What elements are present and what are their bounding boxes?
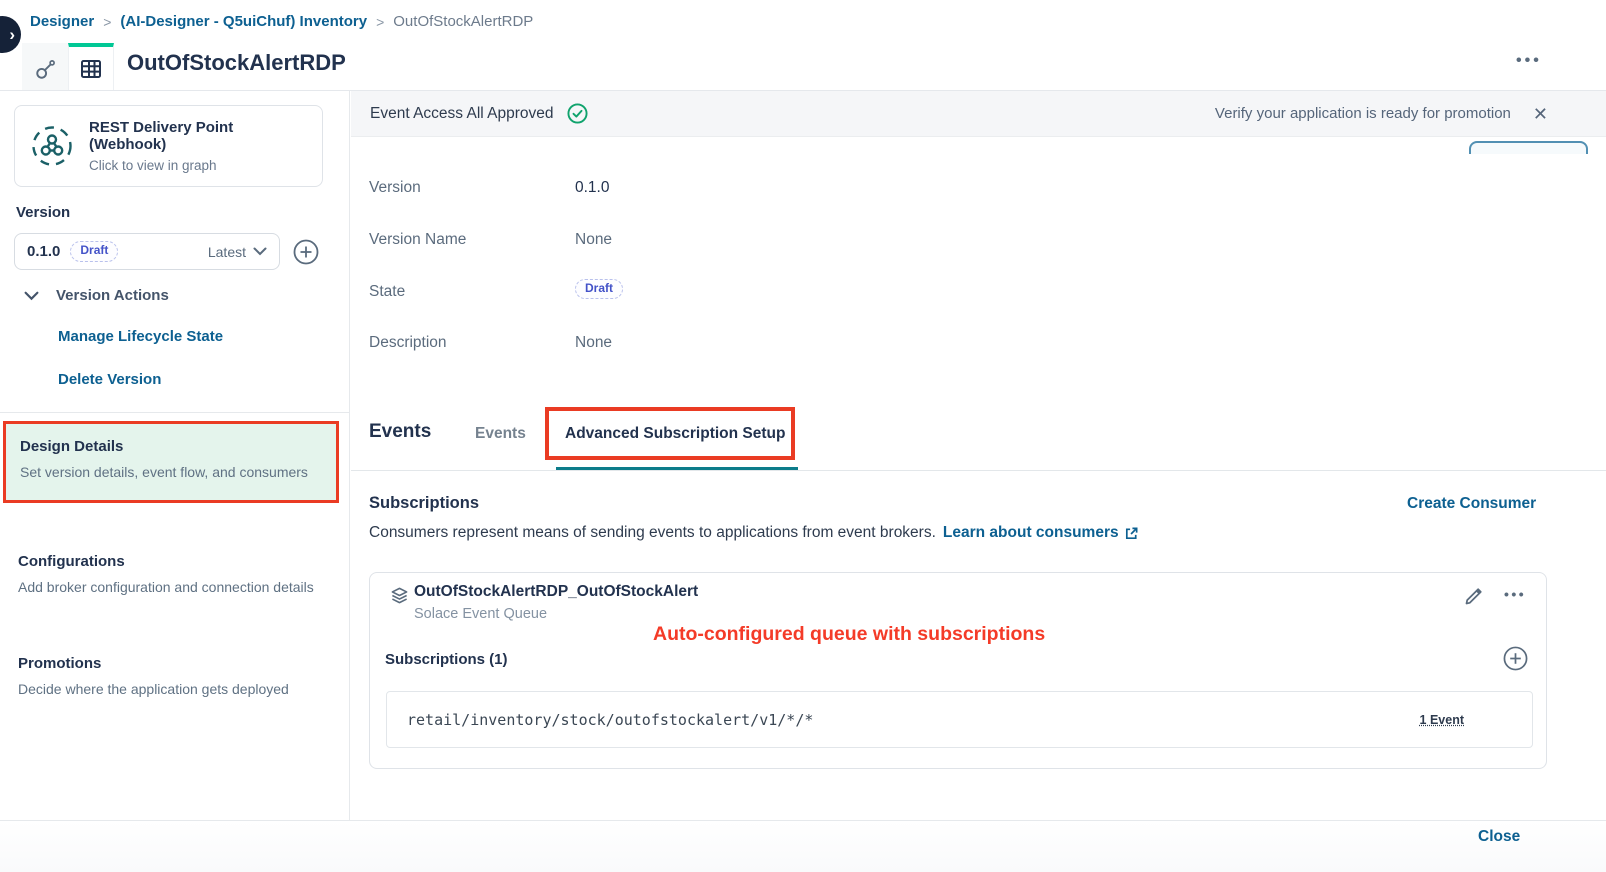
- tab-advanced-subscription-setup[interactable]: Advanced Subscription Setup: [565, 425, 785, 443]
- sidebar: REST Delivery Point (Webhook) Click to v…: [0, 91, 350, 820]
- tab-events[interactable]: Events: [475, 425, 526, 443]
- subscription-topic-row: retail/inventory/stock/outofstockalert/v…: [386, 691, 1533, 748]
- learn-link-label: Learn about consumers: [943, 524, 1119, 542]
- field-value-version-name: None: [575, 231, 612, 249]
- sidebar-item-design-details[interactable]: Design Details Set version details, even…: [3, 421, 339, 503]
- pencil-icon: [1463, 586, 1484, 607]
- breadcrumb-separator-icon: >: [103, 14, 111, 30]
- rdp-webhook-icon: [30, 124, 74, 168]
- subscriptions-description: Consumers represent means of sending eve…: [369, 524, 1139, 542]
- version-section-label: Version: [16, 204, 70, 221]
- field-value-version: 0.1.0: [575, 179, 609, 197]
- version-actions-label: Version Actions: [56, 287, 169, 304]
- close-icon[interactable]: ✕: [1533, 105, 1548, 123]
- version-state-badge: Draft: [70, 241, 118, 261]
- check-circle-icon: [567, 103, 588, 124]
- header-more-icon[interactable]: •••: [1516, 52, 1542, 70]
- breadcrumb-separator-icon: >: [376, 14, 384, 30]
- plus-circle-icon: [1503, 646, 1528, 671]
- edit-consumer-button[interactable]: [1463, 586, 1484, 607]
- field-label-version: Version: [369, 179, 421, 197]
- graph-view-icon: [34, 58, 57, 81]
- external-link-icon: [1124, 526, 1139, 541]
- sidebar-divider: [0, 412, 349, 413]
- sidebar-item-subtitle: Set version details, event flow, and con…: [20, 462, 312, 484]
- consumer-type: Solace Event Queue: [414, 606, 547, 622]
- event-access-banner: Event Access All Approved Verify your ap…: [351, 91, 1606, 137]
- sidebar-item-title: Design Details: [20, 438, 322, 455]
- page-title: OutOfStockAlertRDP: [127, 50, 346, 76]
- plus-circle-icon: [293, 239, 319, 265]
- field-label-version-name: Version Name: [369, 231, 466, 249]
- field-label-state: State: [369, 283, 405, 301]
- sidebar-item-title: Configurations: [18, 553, 326, 570]
- designer-application-page: › Designer > (AI-Designer - Q5uiChuf) In…: [0, 0, 1606, 872]
- sidebar-item-promotions[interactable]: Promotions Decide where the application …: [18, 655, 330, 701]
- delete-version-link[interactable]: Delete Version: [58, 371, 161, 388]
- graph-view-tab[interactable]: [22, 43, 68, 91]
- breadcrumb-current: OutOfStockAlertRDP: [393, 13, 533, 30]
- field-label-description: Description: [369, 334, 447, 352]
- subscriptions-description-text: Consumers represent means of sending eve…: [369, 524, 936, 542]
- consumer-name: OutOfStockAlertRDP_OutOfStockAlert: [414, 583, 698, 601]
- application-type-card[interactable]: REST Delivery Point (Webhook) Click to v…: [14, 105, 323, 187]
- queue-layers-icon: [390, 586, 409, 605]
- event-count-link[interactable]: 1 Event: [1420, 713, 1464, 727]
- sidebar-item-configurations[interactable]: Configurations Add broker configuration …: [18, 553, 326, 599]
- breadcrumb-designer[interactable]: Designer: [30, 13, 94, 30]
- promotion-check-button-partial[interactable]: [1469, 141, 1588, 154]
- latest-label: Latest: [208, 244, 246, 260]
- sidebar-item-subtitle: Decide where the application gets deploy…: [18, 679, 328, 701]
- create-consumer-button[interactable]: Create Consumer: [1407, 495, 1536, 513]
- breadcrumb: Designer > (AI-Designer - Q5uiChuf) Inve…: [30, 13, 533, 30]
- table-view-tab[interactable]: [68, 43, 114, 91]
- subscriptions-heading: Subscriptions: [369, 494, 479, 513]
- application-type-subtitle: Click to view in graph: [89, 158, 307, 173]
- sidebar-item-subtitle: Add broker configuration and connection …: [18, 577, 318, 599]
- event-access-status: Event Access All Approved: [370, 105, 554, 123]
- footer: [0, 821, 1606, 872]
- add-subscription-button[interactable]: [1503, 646, 1528, 671]
- view-toggle-tabs: [22, 43, 114, 91]
- version-number: 0.1.0: [27, 243, 60, 260]
- collapse-panel-button[interactable]: ›: [0, 16, 21, 53]
- application-type-title: REST Delivery Point (Webhook): [89, 119, 307, 153]
- events-section-heading: Events: [369, 421, 431, 443]
- table-view-icon: [79, 57, 103, 81]
- field-value-description: None: [575, 334, 612, 352]
- chevron-down-icon: [24, 291, 39, 301]
- promotion-verify-text: Verify your application is ready for pro…: [1215, 105, 1511, 122]
- consumer-more-icon[interactable]: •••: [1504, 586, 1526, 602]
- add-version-button[interactable]: [293, 239, 319, 265]
- manage-lifecycle-state-link[interactable]: Manage Lifecycle State: [58, 328, 223, 345]
- chevron-right-icon: ›: [9, 25, 15, 45]
- tabs-divider: [351, 470, 1606, 471]
- red-annotation-text: Auto-configured queue with subscriptions: [653, 623, 1045, 646]
- version-actions-toggle[interactable]: Version Actions: [24, 287, 169, 304]
- breadcrumb-inventory[interactable]: (AI-Designer - Q5uiChuf) Inventory: [120, 13, 367, 30]
- learn-about-consumers-link[interactable]: Learn about consumers: [943, 524, 1139, 542]
- consumer-card: OutOfStockAlertRDP_OutOfStockAlert Solac…: [369, 572, 1547, 769]
- subscriptions-count-label: Subscriptions (1): [385, 651, 508, 668]
- subscription-topic: retail/inventory/stock/outofstockalert/v…: [407, 711, 813, 729]
- version-selector[interactable]: 0.1.0 Draft Latest: [14, 233, 280, 270]
- sidebar-item-title: Promotions: [18, 655, 330, 672]
- state-draft-badge: Draft: [575, 279, 623, 299]
- chevron-down-icon: [253, 247, 267, 256]
- close-button[interactable]: Close: [1478, 828, 1520, 846]
